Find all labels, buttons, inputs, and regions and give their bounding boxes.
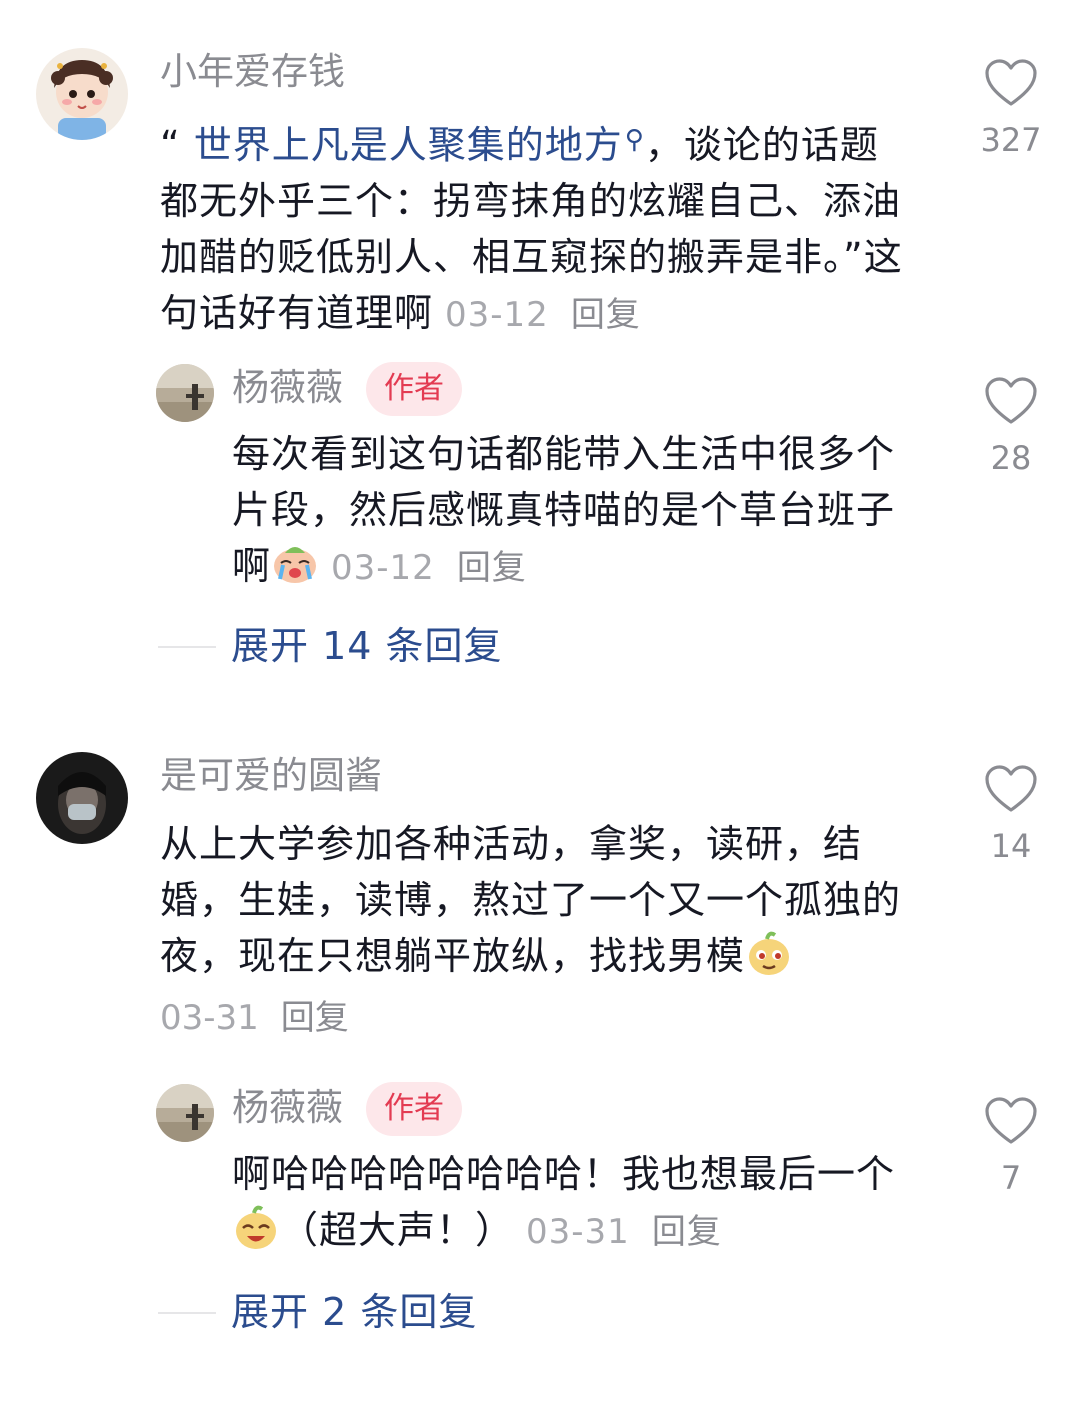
like-button[interactable]: 28 — [956, 376, 1066, 478]
author-badge: 作者 — [366, 362, 462, 416]
like-count: 28 — [990, 439, 1032, 477]
reply-button[interactable]: 回复 — [652, 1212, 722, 1252]
like-button[interactable]: 327 — [956, 58, 1066, 160]
reply-date: 03-31 — [526, 1212, 630, 1252]
expand-replies-button[interactable]: 展开 2 条回复 — [158, 1282, 558, 1342]
laughing-pear-emoji — [236, 1205, 276, 1249]
expand-replies-label[interactable]: 展开 2 条回复 — [231, 1282, 477, 1342]
author-badge: 作者 — [366, 1082, 462, 1136]
crying-face-emoji — [274, 547, 317, 583]
avatar-yangweiwei[interactable] — [156, 1084, 214, 1142]
reply-username[interactable]: 杨薇薇 — [232, 366, 343, 410]
reply-date: 03-12 — [331, 548, 435, 588]
expand-replies-button[interactable]: 展开 14 条回复 — [158, 616, 578, 676]
search-highlight-link[interactable]: 世界上凡是人聚集的地方 — [194, 123, 623, 167]
reply-body-text-after: （超大声！） — [280, 1208, 515, 1252]
comment-username[interactable]: 是可爱的圆酱 — [160, 754, 382, 798]
avatar-xiaonian[interactable] — [36, 48, 128, 140]
reply-body: 每次看到这句话都能带入生活中很多个片段，然后感慨真特喵的是个草台班子啊 03-1… — [232, 426, 904, 596]
reply-body: 啊哈哈哈哈哈哈哈哈！我也想最后一个 （超大声！） 03-31 回复 — [232, 1146, 904, 1260]
like-count: 7 — [1000, 1159, 1022, 1197]
comment-username[interactable]: 小年爱存钱 — [160, 50, 345, 94]
expand-replies-label[interactable]: 展开 14 条回复 — [231, 616, 503, 676]
like-count: 327 — [980, 121, 1042, 159]
smirk-pear-emoji — [749, 931, 790, 975]
heart-icon[interactable] — [984, 1096, 1038, 1146]
like-count: 14 — [990, 827, 1032, 865]
avatar-yuanjiang[interactable] — [36, 752, 128, 844]
search-icon[interactable]: ⚲ — [625, 125, 645, 155]
reply-button[interactable]: 回复 — [457, 548, 527, 588]
reply-body-text: 啊哈哈哈哈哈哈哈哈！我也想最后一个 — [232, 1152, 896, 1196]
comment-date: 03-12 — [445, 295, 549, 335]
comment-body: 从上大学参加各种活动，拿奖，读研，结婚，生娃，读博，熬过了一个又一个孤独的夜，现… — [160, 816, 910, 984]
heart-icon[interactable] — [984, 376, 1038, 426]
heart-icon[interactable] — [984, 764, 1038, 814]
reply-username[interactable]: 杨薇薇 — [232, 1086, 343, 1130]
like-button[interactable]: 7 — [956, 1096, 1066, 1198]
avatar-yangweiwei[interactable] — [156, 364, 214, 422]
reply-button[interactable]: 回复 — [571, 295, 641, 335]
divider-line — [158, 646, 216, 648]
comment-date: 03-31 — [160, 998, 259, 1038]
quote-open: “ — [160, 123, 194, 167]
reply-button[interactable]: 回复 — [281, 998, 349, 1038]
comment-body: “ 世界上凡是人聚集的地方⚲，谈论的话题都无外乎三个：拐弯抹角的炫耀自己、添油加… — [160, 112, 910, 343]
divider-line — [158, 1312, 216, 1314]
comment-meta: 03-31 回复 — [160, 996, 349, 1040]
heart-icon[interactable] — [984, 58, 1038, 108]
like-button[interactable]: 14 — [956, 764, 1066, 866]
